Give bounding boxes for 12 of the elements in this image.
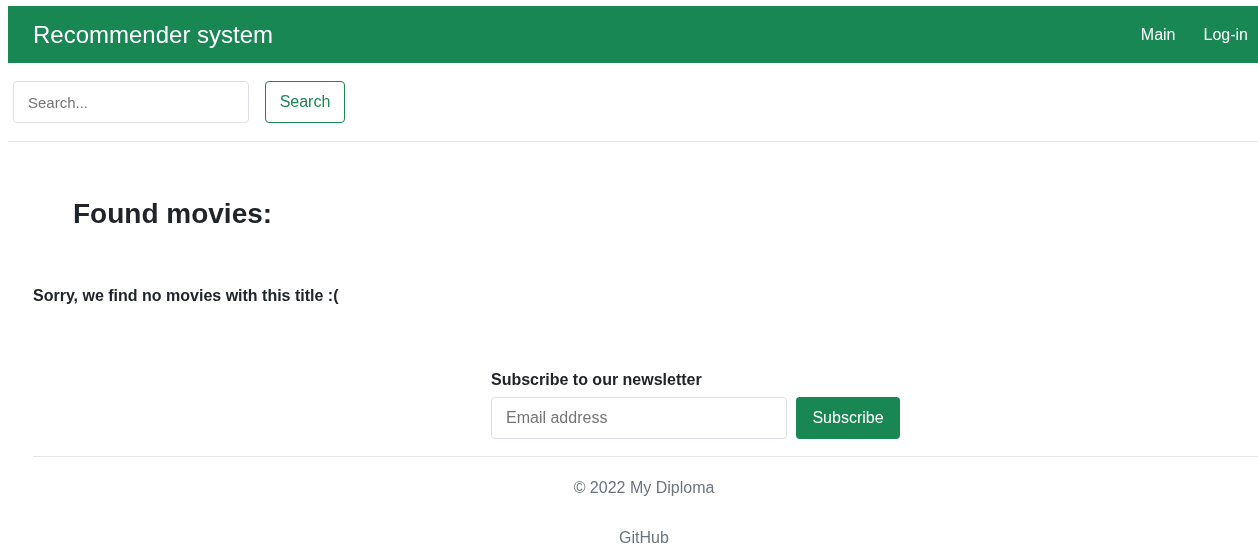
nav-link[interactable]: Main: [1140, 25, 1176, 44]
newsletter-label: Subscribe to our newsletter: [491, 371, 703, 389]
subscribe-button[interactable]: Subscribe: [796, 397, 900, 439]
search-field[interactable]: Search...: [13, 81, 249, 123]
nav-link[interactable]: Log-in: [1203, 25, 1248, 44]
search-button[interactable]: Search: [265, 81, 345, 123]
copyright-text: © 2022 My Diploma: [573, 479, 715, 497]
email-field[interactable]: Email address: [491, 397, 787, 439]
brand-title[interactable]: Recommender system: [33, 20, 274, 49]
github-link[interactable]: GitHub: [619, 529, 669, 547]
results-heading: Found movies:: [73, 198, 274, 230]
no-results-message: Sorry, we find no movies with this title :(: [33, 287, 340, 305]
